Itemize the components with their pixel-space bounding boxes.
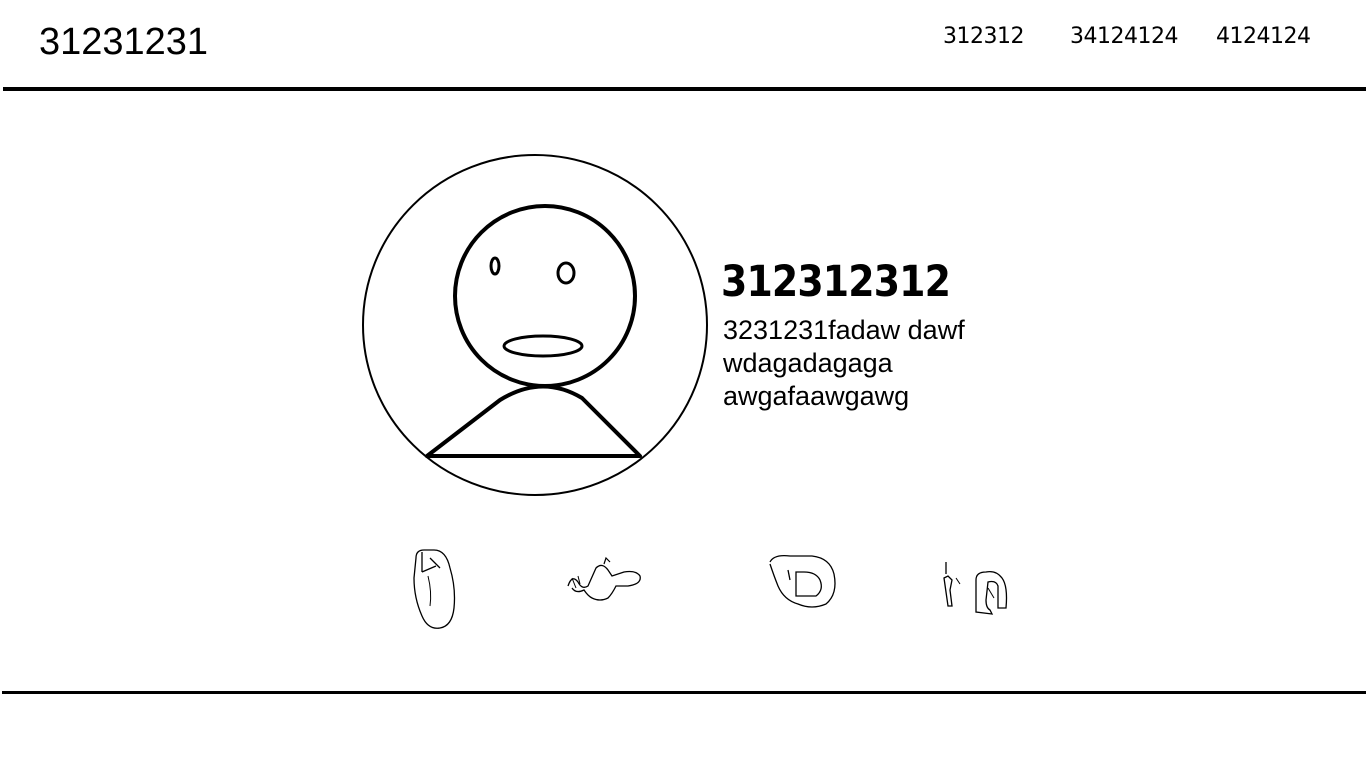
bio-line-2: wdagadagaga [723,348,893,378]
d-logo-icon[interactable] [764,550,840,612]
profile-name: 312312312 [721,257,951,307]
bio-line-3: awgafaawgawg [723,381,910,411]
bio-line-1: 3231231fadaw dawf [723,315,965,345]
profile-bio: 3231231fadaw dawf wdagadagaga awgafaawga… [723,314,1023,413]
nav-link-3[interactable]: 4124124 [1216,24,1311,50]
mouse-icon[interactable] [406,546,462,630]
in-logo-icon[interactable] [938,556,1014,616]
nav-link-2[interactable]: 34124124 [1070,24,1178,50]
avatar [360,152,710,498]
footer-divider [2,691,1366,694]
avatar-sketch-icon [362,154,708,496]
social-links [0,540,1366,640]
header-divider [3,87,1366,91]
nav-link-1[interactable]: 312312 [943,24,1024,50]
site-header: 31231231 312312 34124124 4124124 [0,0,1366,88]
bird-icon[interactable] [562,554,646,604]
top-nav: 312312 34124124 4124124 [0,24,1366,50]
